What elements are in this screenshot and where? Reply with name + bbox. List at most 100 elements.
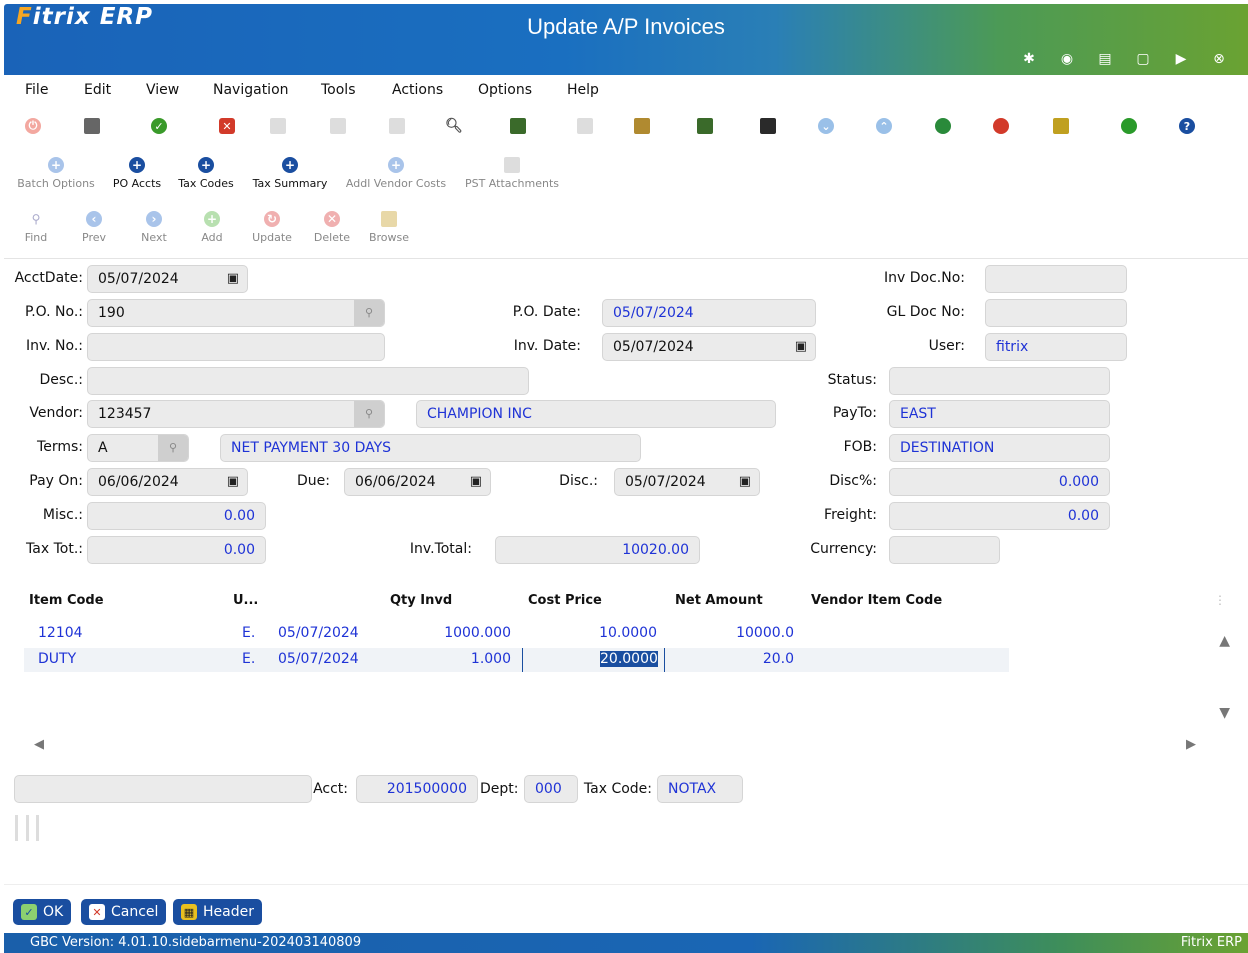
- table-row-selected[interactable]: [24, 648, 1009, 672]
- menu-view[interactable]: View: [146, 82, 179, 98]
- copy-icon[interactable]: [84, 118, 100, 134]
- menu-actions[interactable]: Actions: [392, 82, 443, 98]
- grid-icon[interactable]: [389, 118, 405, 134]
- scroll-right-icon[interactable]: ▶: [1186, 737, 1196, 752]
- cell-item[interactable]: DUTY: [38, 651, 76, 667]
- resize-handle[interactable]: [15, 815, 39, 841]
- col-unit[interactable]: U...: [233, 593, 258, 608]
- disc-field[interactable]: 05/07/2024 ▣: [614, 468, 760, 496]
- cell-item[interactable]: 12104: [38, 625, 83, 641]
- page-icon[interactable]: [270, 118, 286, 134]
- scroll-up-icon[interactable]: ▲: [1219, 633, 1230, 649]
- browse-button[interactable]: Browse: [366, 211, 412, 244]
- cell-unit[interactable]: E.: [242, 651, 255, 667]
- target-icon[interactable]: ◉: [1048, 50, 1086, 68]
- go-icon[interactable]: [1121, 118, 1137, 134]
- inv-field[interactable]: [87, 333, 385, 361]
- help-icon[interactable]: ?: [1179, 118, 1195, 134]
- menu-file[interactable]: File: [25, 82, 48, 98]
- due-field[interactable]: 06/06/2024 ▣: [344, 468, 491, 496]
- calendar-check-icon[interactable]: [697, 118, 713, 134]
- batch-options-button[interactable]: + Batch Options: [16, 157, 96, 190]
- delete-button[interactable]: ✕ Delete: [310, 211, 354, 244]
- menu-tools[interactable]: Tools: [321, 82, 356, 98]
- header-button[interactable]: ▦ Header: [173, 899, 262, 925]
- acctdate-field[interactable]: 05/07/2024 ▣: [87, 265, 248, 293]
- remove-icon[interactable]: [993, 118, 1009, 134]
- zoom-icon[interactable]: ⚲: [354, 300, 384, 326]
- document-icon[interactable]: ▤: [1086, 50, 1124, 68]
- freight-field[interactable]: 0.00: [889, 502, 1110, 530]
- magnifier-icon[interactable]: 🔍︎: [445, 118, 463, 134]
- chevron-up-icon[interactable]: ⌃: [876, 118, 892, 134]
- calendar-icon[interactable]: ▣: [739, 469, 751, 495]
- cell-qty[interactable]: 1000.000: [384, 625, 511, 641]
- cell-cost[interactable]: 20.0000: [600, 651, 658, 667]
- menu-bar: File Edit View Navigation Tools Actions …: [0, 82, 700, 104]
- note-icon[interactable]: [577, 118, 593, 134]
- menu-navigation[interactable]: Navigation: [213, 82, 289, 98]
- gear-icon[interactable]: ✱: [1010, 50, 1048, 68]
- pst-attachments-button[interactable]: PST Attachments: [462, 157, 562, 190]
- vendor-field[interactable]: 123457 ⚲: [87, 400, 385, 428]
- pages-icon[interactable]: [330, 118, 346, 134]
- calendar-icon[interactable]: [510, 118, 526, 134]
- desc-label: Desc.:: [39, 372, 83, 388]
- film-icon[interactable]: [760, 118, 776, 134]
- col-qty-invd[interactable]: Qty Invd: [390, 593, 452, 608]
- scroll-left-icon[interactable]: ◀: [34, 737, 44, 752]
- cancel-icon[interactable]: ✕: [219, 118, 235, 134]
- add-button[interactable]: + Add: [192, 211, 232, 244]
- po-field[interactable]: 190 ⚲: [87, 299, 385, 327]
- zoom-icon[interactable]: ⚲: [354, 401, 384, 427]
- invdate-field[interactable]: 05/07/2024 ▣: [602, 333, 816, 361]
- terms-field[interactable]: A ⚲: [87, 434, 189, 462]
- col-net-amount[interactable]: Net Amount: [675, 593, 763, 608]
- next-button[interactable]: › Next: [134, 211, 174, 244]
- tax-summary-button[interactable]: + Tax Summary: [249, 157, 331, 190]
- addl-vendor-costs-button[interactable]: + Addl Vendor Costs: [342, 157, 450, 190]
- col-item-code[interactable]: Item Code: [29, 593, 104, 608]
- cell-date[interactable]: 05/07/2024: [278, 625, 359, 641]
- misc-field[interactable]: 0.00: [87, 502, 266, 530]
- column-menu-icon[interactable]: ⋮: [1214, 593, 1226, 607]
- scroll-down-icon[interactable]: ▼: [1219, 705, 1230, 721]
- title-bar: Fitrix ERP Update A/P Invoices ✱ ◉ ▤ ▢ ▶…: [4, 4, 1248, 75]
- update-button[interactable]: ↻ Update: [248, 211, 296, 244]
- power-icon[interactable]: ⏻: [25, 118, 41, 134]
- blank-doc-icon[interactable]: ▢: [1124, 50, 1162, 68]
- cell-qty[interactable]: 1.000: [384, 651, 511, 667]
- calendar-icon[interactable]: ▣: [227, 266, 239, 292]
- cell-net[interactable]: 20.0: [664, 651, 794, 667]
- tax-codes-button[interactable]: + Tax Codes: [176, 157, 236, 190]
- po-accts-button[interactable]: + PO Accts: [110, 157, 164, 190]
- col-cost-price[interactable]: Cost Price: [528, 593, 602, 608]
- close-icon[interactable]: ⊗: [1200, 50, 1238, 68]
- prev-button[interactable]: ‹ Prev: [74, 211, 114, 244]
- menu-options[interactable]: Options: [478, 82, 532, 98]
- menu-help[interactable]: Help: [567, 82, 599, 98]
- cell-date[interactable]: 05/07/2024: [278, 651, 359, 667]
- cell-unit[interactable]: E.: [242, 625, 255, 641]
- cell-net[interactable]: 10000.0: [664, 625, 794, 641]
- calendar-icon[interactable]: ▣: [795, 334, 807, 360]
- menu-edit[interactable]: Edit: [84, 82, 111, 98]
- col-vendor-item-code[interactable]: Vendor Item Code: [811, 593, 942, 608]
- play-icon[interactable]: ▶: [1162, 50, 1200, 68]
- currency-label: Currency:: [810, 541, 877, 557]
- calendar-icon[interactable]: ▣: [470, 469, 482, 495]
- discpct-field: 0.000: [889, 468, 1110, 496]
- chevron-down-icon[interactable]: ⌄: [818, 118, 834, 134]
- report-icon[interactable]: [1053, 118, 1069, 134]
- find-button[interactable]: ⚲ Find: [16, 211, 56, 244]
- calendar-icon[interactable]: ▣: [227, 469, 239, 495]
- cancel-button[interactable]: ✕ Cancel: [81, 899, 167, 925]
- ok-button[interactable]: ✓ OK: [13, 899, 72, 925]
- zoom-icon[interactable]: ⚲: [158, 435, 188, 461]
- payon-field[interactable]: 06/06/2024 ▣: [87, 468, 248, 496]
- accept-icon[interactable]: ✓: [151, 118, 167, 134]
- add-icon[interactable]: [935, 118, 951, 134]
- cell-cost[interactable]: 10.0000: [524, 625, 657, 641]
- doc-edit-icon[interactable]: [634, 118, 650, 134]
- desc-field[interactable]: [87, 367, 529, 395]
